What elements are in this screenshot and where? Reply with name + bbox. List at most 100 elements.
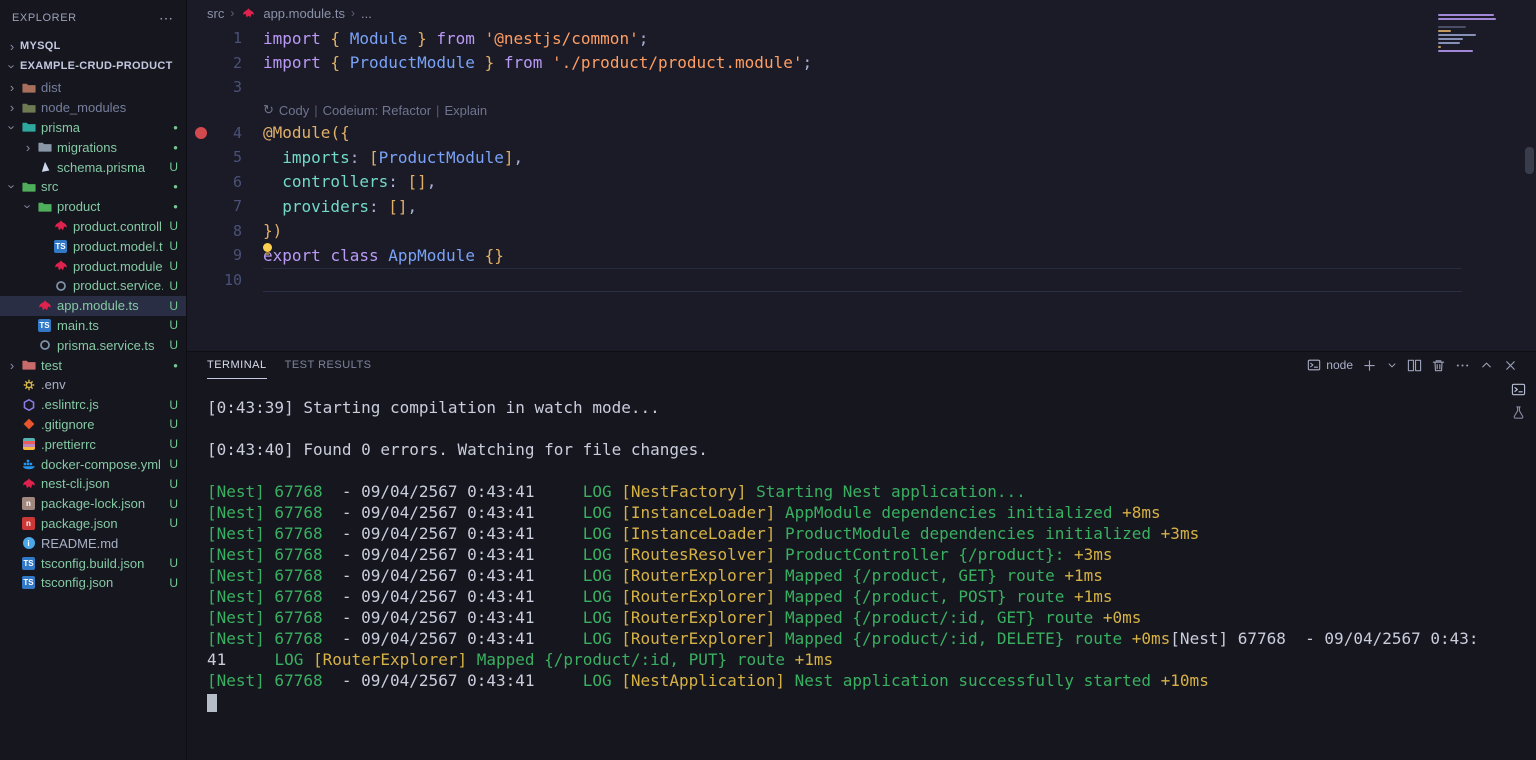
tree-item-prettierrc[interactable]: .prettierrcU <box>0 434 186 454</box>
minimap-line <box>1438 38 1463 40</box>
code-text: providers: [], <box>242 197 417 216</box>
tree-item-label: package-lock.json <box>41 496 145 511</box>
code-line-9[interactable]: 9export class AppModule {} <box>187 243 1522 268</box>
minimap-line <box>1438 26 1466 28</box>
ts-icon: TS <box>20 576 37 589</box>
editor-scrollbar-thumb[interactable] <box>1525 147 1534 174</box>
tree-item-nest-cli-json[interactable]: nest-cli.jsonU <box>0 474 186 494</box>
tree-item-node-modules[interactable]: ›node_modules <box>0 98 186 118</box>
chevron-right-icon: › <box>4 39 20 54</box>
tree-item-package-lock-json[interactable]: npackage-lock.jsonU <box>0 494 186 514</box>
tree-item-gitignore[interactable]: .gitignoreU <box>0 415 186 435</box>
terminal-output[interactable]: [0:43:39] Starting compilation in watch … <box>207 397 1484 712</box>
tree-item-migrations[interactable]: ›migrations● <box>0 137 186 157</box>
tree-item-prisma[interactable]: ›prisma● <box>0 118 186 138</box>
codelens-action[interactable]: Codeium: Refactor <box>323 103 431 118</box>
tree-item-eslintrc-js[interactable]: .eslintrc.jsU <box>0 395 186 415</box>
tree-item-dist[interactable]: ›dist <box>0 78 186 98</box>
line-number[interactable]: 10 <box>187 271 242 289</box>
tree-item-label: test <box>41 358 62 373</box>
close-panel-button[interactable] <box>1503 358 1518 373</box>
code-line-4[interactable]: 4@Module({ <box>187 121 1522 146</box>
panel-more-actions-button[interactable] <box>1455 358 1470 373</box>
section-example-crud-product[interactable]: › EXAMPLE-CRUD-PRODUCT <box>0 56 186 76</box>
line-number[interactable]: 9 <box>187 246 242 264</box>
tree-item-label: node_modules <box>41 100 126 115</box>
tree-item-product-module-ts[interactable]: product.module.tsU <box>0 256 186 276</box>
codelens-action[interactable]: Cody <box>279 103 309 118</box>
terminal-line: [Nest] 67768 - 09/04/2567 0:43:41 LOG [N… <box>207 481 1484 502</box>
section-mysql[interactable]: › MYSQL <box>0 36 186 56</box>
minimap[interactable] <box>1438 14 1498 58</box>
git-untracked-badge: U <box>163 556 178 570</box>
code-line-10[interactable]: 10 <box>187 268 1522 293</box>
tree-item-tsconfig-build-json[interactable]: TStsconfig.build.jsonU <box>0 553 186 573</box>
split-terminal-button[interactable] <box>1407 358 1422 373</box>
terminal-icon <box>1307 358 1321 372</box>
tab-terminal[interactable]: TERMINAL <box>207 352 267 379</box>
tree-item-prisma-service-ts[interactable]: prisma.service.tsU <box>0 335 186 355</box>
terminal-instance-node[interactable] <box>1511 382 1526 397</box>
tree-item-product-service-ts[interactable]: product.service.tsU <box>0 276 186 296</box>
chevron-down-icon: › <box>5 119 20 135</box>
terminal-profile-dropdown[interactable] <box>1386 359 1398 371</box>
tree-item-label: nest-cli.json <box>41 476 110 491</box>
line-number[interactable]: 8 <box>187 222 242 240</box>
more-actions-icon[interactable]: ⋯ <box>159 10 174 27</box>
terminal-tabs-list <box>1505 382 1531 420</box>
code-line-7[interactable]: 7 providers: [], <box>187 194 1522 219</box>
tree-item-docker-compose-yml[interactable]: docker-compose.ymlU <box>0 454 186 474</box>
chevron-right-icon: › <box>4 358 20 373</box>
editor-pane[interactable]: src › app.module.ts › ... 1import { Modu… <box>187 0 1536 351</box>
tree-item-app-module-ts[interactable]: app.module.tsU <box>0 296 186 316</box>
code-text: }) <box>242 221 282 240</box>
tree-item-schema-prisma[interactable]: schema.prismaU <box>0 157 186 177</box>
terminal-line: [Nest] 67768 - 09/04/2567 0:43:41 LOG [R… <box>207 628 1484 670</box>
code-line-6[interactable]: 6 controllers: [], <box>187 170 1522 195</box>
code-area[interactable]: 1import { Module } from '@nestjs/common'… <box>187 26 1522 292</box>
terminal-instance-test[interactable] <box>1511 405 1526 420</box>
tree-item-package-json[interactable]: npackage.jsonU <box>0 514 186 534</box>
tree-item-label: README.md <box>41 536 118 551</box>
tree-item-product-controll[interactable]: product.controll...U <box>0 217 186 237</box>
breadcrumb-src[interactable]: src <box>207 6 224 21</box>
folder-icon <box>36 140 53 154</box>
code-line-5[interactable]: 5 imports: [ProductModule], <box>187 145 1522 170</box>
maximize-panel-button[interactable] <box>1479 358 1494 373</box>
new-terminal-button[interactable] <box>1362 358 1377 373</box>
breadcrumb-symbol[interactable]: ... <box>361 6 372 21</box>
kill-terminal-button[interactable] <box>1431 358 1446 373</box>
lightbulb-icon[interactable] <box>263 243 272 252</box>
line-number[interactable]: 6 <box>187 173 242 191</box>
breakpoint-icon[interactable] <box>195 127 207 139</box>
codelens-separator: | <box>436 103 439 118</box>
tree-item-product-model-ts[interactable]: TSproduct.model.tsU <box>0 236 186 256</box>
tree-item-test[interactable]: ›test● <box>0 355 186 375</box>
codelens-action[interactable]: Explain <box>444 103 487 118</box>
tree-item-readme-md[interactable]: iREADME.md <box>0 533 186 553</box>
line-number[interactable]: 5 <box>187 148 242 166</box>
tree-item-env[interactable]: .env <box>0 375 186 395</box>
breadcrumb-separator: › <box>230 6 234 20</box>
folder-icon <box>20 101 37 115</box>
git-untracked-badge: U <box>163 576 178 590</box>
code-line-8[interactable]: 8}) <box>187 219 1522 244</box>
tree-item-main-ts[interactable]: TSmain.tsU <box>0 316 186 336</box>
tab-test-results[interactable]: TEST RESULTS <box>285 352 372 378</box>
code-line-1[interactable]: 1import { Module } from '@nestjs/common'… <box>187 26 1522 51</box>
line-number[interactable]: 2 <box>187 54 242 72</box>
terminal-instance-chip[interactable]: node <box>1307 358 1353 372</box>
tree-item-label: product.module.ts <box>73 259 163 274</box>
breadcrumb-filename[interactable]: app.module.ts <box>263 6 345 21</box>
line-number[interactable]: 3 <box>187 78 242 96</box>
line-number[interactable]: 1 <box>187 29 242 47</box>
line-number[interactable]: 7 <box>187 197 242 215</box>
tree-item-src[interactable]: ›src● <box>0 177 186 197</box>
git-untracked-badge: U <box>163 398 178 412</box>
tree-item-tsconfig-json[interactable]: TStsconfig.jsonU <box>0 573 186 593</box>
tree-item-product[interactable]: ›product● <box>0 197 186 217</box>
vscode-window: EXPLORER ⋯ › MYSQL › EXAMPLE-CRUD-PRODUC… <box>0 0 1536 760</box>
code-line-2[interactable]: 2import { ProductModule } from './produc… <box>187 51 1522 76</box>
code-line-3[interactable]: 3 <box>187 75 1522 100</box>
nest-icon <box>52 259 69 273</box>
